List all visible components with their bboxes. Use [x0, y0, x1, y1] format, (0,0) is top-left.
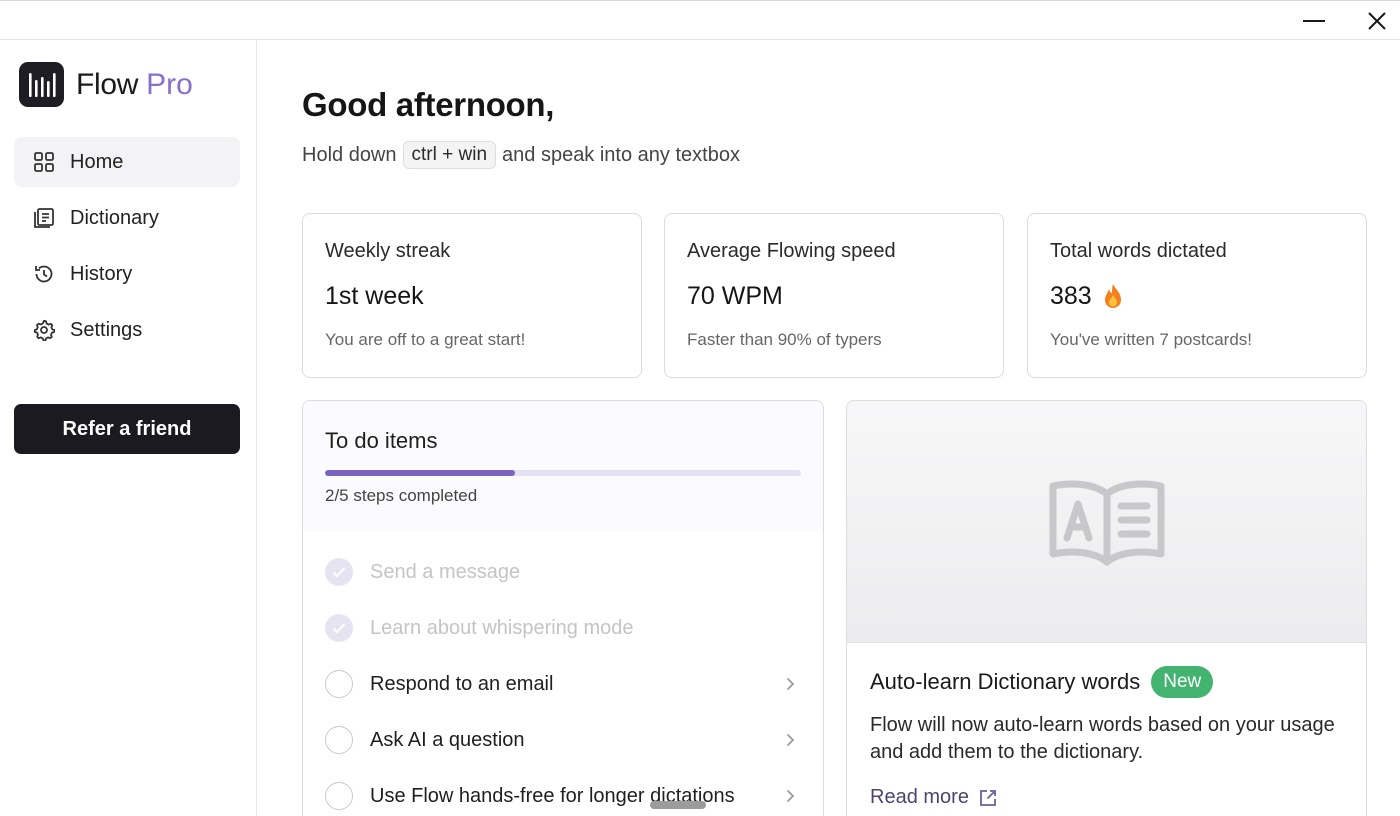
grid-icon	[32, 150, 56, 174]
todo-card: To do items 2/5 steps completed Send a m…	[302, 400, 824, 816]
feature-title: Auto-learn Dictionary words	[870, 669, 1141, 694]
book-icon	[1045, 474, 1169, 566]
checkmark-icon	[325, 614, 353, 642]
title-bar	[0, 0, 1400, 40]
todo-title: To do items	[325, 428, 438, 453]
read-more-link[interactable]: Read more	[870, 786, 998, 809]
hint-text-after: and speak into any textbox	[502, 143, 740, 166]
stat-subtitle: You are off to a great start!	[325, 330, 526, 349]
todo-item-label: Ask AI a question	[370, 728, 525, 751]
stat-card-total-words: Total words dictated 383 You've written …	[1027, 213, 1367, 378]
stat-value-row: 383	[1050, 282, 1124, 311]
todo-item-label: Send a message	[370, 560, 521, 583]
brand-tier: Pro	[146, 67, 193, 101]
stat-title: Weekly streak	[325, 240, 451, 262]
dictionary-icon	[32, 206, 56, 230]
fire-icon	[1102, 283, 1124, 311]
shortcut-key: ctrl + win	[402, 141, 497, 169]
stat-title: Average Flowing speed	[687, 240, 896, 262]
checkmark-icon	[325, 558, 353, 586]
sidebar-item-settings[interactable]: Settings	[14, 305, 240, 355]
todo-item-label: Respond to an email	[370, 672, 554, 695]
todo-item-respond-email[interactable]: Respond to an email	[303, 656, 823, 712]
todo-item-ask-ai[interactable]: Ask AI a question	[303, 712, 823, 768]
flow-logo-icon	[19, 62, 64, 107]
scrollbar-thumb[interactable]	[650, 801, 706, 809]
read-more-label: Read more	[870, 786, 969, 808]
todo-header: To do items 2/5 steps completed	[303, 401, 823, 531]
todo-item-send-message[interactable]: Send a message	[303, 544, 823, 600]
new-badge: New	[1151, 666, 1214, 698]
brand: Flow Pro	[19, 62, 193, 107]
stat-card-weekly-streak: Weekly streak 1st week You are off to a …	[302, 213, 642, 378]
minimize-button[interactable]	[1291, 1, 1337, 40]
chevron-right-icon	[779, 673, 801, 695]
feature-title-row: Auto-learn Dictionary words New	[870, 666, 1214, 698]
sidebar-nav: Home Dictionary History Settings	[14, 137, 240, 361]
todo-progress-bar	[325, 470, 801, 476]
todo-list: Send a message Learn about whispering mo…	[303, 544, 823, 816]
close-button[interactable]	[1354, 1, 1400, 40]
sidebar-item-label: Home	[70, 150, 124, 173]
sidebar-item-history[interactable]: History	[14, 249, 240, 299]
page-title: Good afternoon,	[302, 86, 555, 123]
empty-circle-icon	[325, 670, 353, 698]
chevron-right-icon	[779, 785, 801, 807]
feature-hero	[847, 401, 1366, 643]
hint-text-before: Hold down	[302, 143, 397, 166]
empty-circle-icon	[325, 782, 353, 810]
stat-subtitle: Faster than 90% of typers	[687, 330, 882, 349]
minimize-icon	[1303, 19, 1325, 22]
todo-progress-text: 2/5 steps completed	[325, 486, 478, 505]
sidebar-item-label: History	[70, 262, 133, 285]
empty-circle-icon	[325, 726, 353, 754]
stat-subtitle: You've written 7 postcards!	[1050, 330, 1253, 349]
feature-card: Auto-learn Dictionary words New Flow wil…	[846, 400, 1367, 816]
brand-name: Flow	[76, 67, 139, 101]
stat-card-flowing-speed: Average Flowing speed 70 WPM Faster than…	[664, 213, 1004, 378]
stat-value: 1st week	[325, 282, 424, 310]
todo-item-whispering-mode[interactable]: Learn about whispering mode	[303, 600, 823, 656]
sidebar-item-dictionary[interactable]: Dictionary	[14, 193, 240, 243]
sidebar: Flow Pro Home Dictionary History Setting…	[0, 40, 257, 816]
feature-description: Flow will now auto-learn words based on …	[870, 714, 1335, 763]
gear-icon	[32, 318, 56, 342]
sidebar-item-home[interactable]: Home	[14, 137, 240, 187]
close-icon	[1368, 11, 1386, 30]
history-icon	[32, 262, 56, 286]
stat-value: 383	[1050, 282, 1092, 310]
dictation-hint: Hold down ctrl + win and speak into any …	[302, 141, 740, 169]
chevron-right-icon	[779, 729, 801, 751]
sidebar-item-label: Dictionary	[70, 206, 159, 229]
stat-value: 70 WPM	[687, 282, 783, 310]
refer-friend-button[interactable]: Refer a friend	[14, 404, 240, 454]
external-link-icon	[978, 788, 998, 808]
todo-item-hands-free[interactable]: Use Flow hands-free for longer dictation…	[303, 768, 823, 816]
todo-progress-fill	[325, 470, 516, 476]
sidebar-item-label: Settings	[70, 318, 143, 341]
stat-title: Total words dictated	[1050, 240, 1227, 262]
todo-item-label: Learn about whispering mode	[370, 616, 634, 639]
